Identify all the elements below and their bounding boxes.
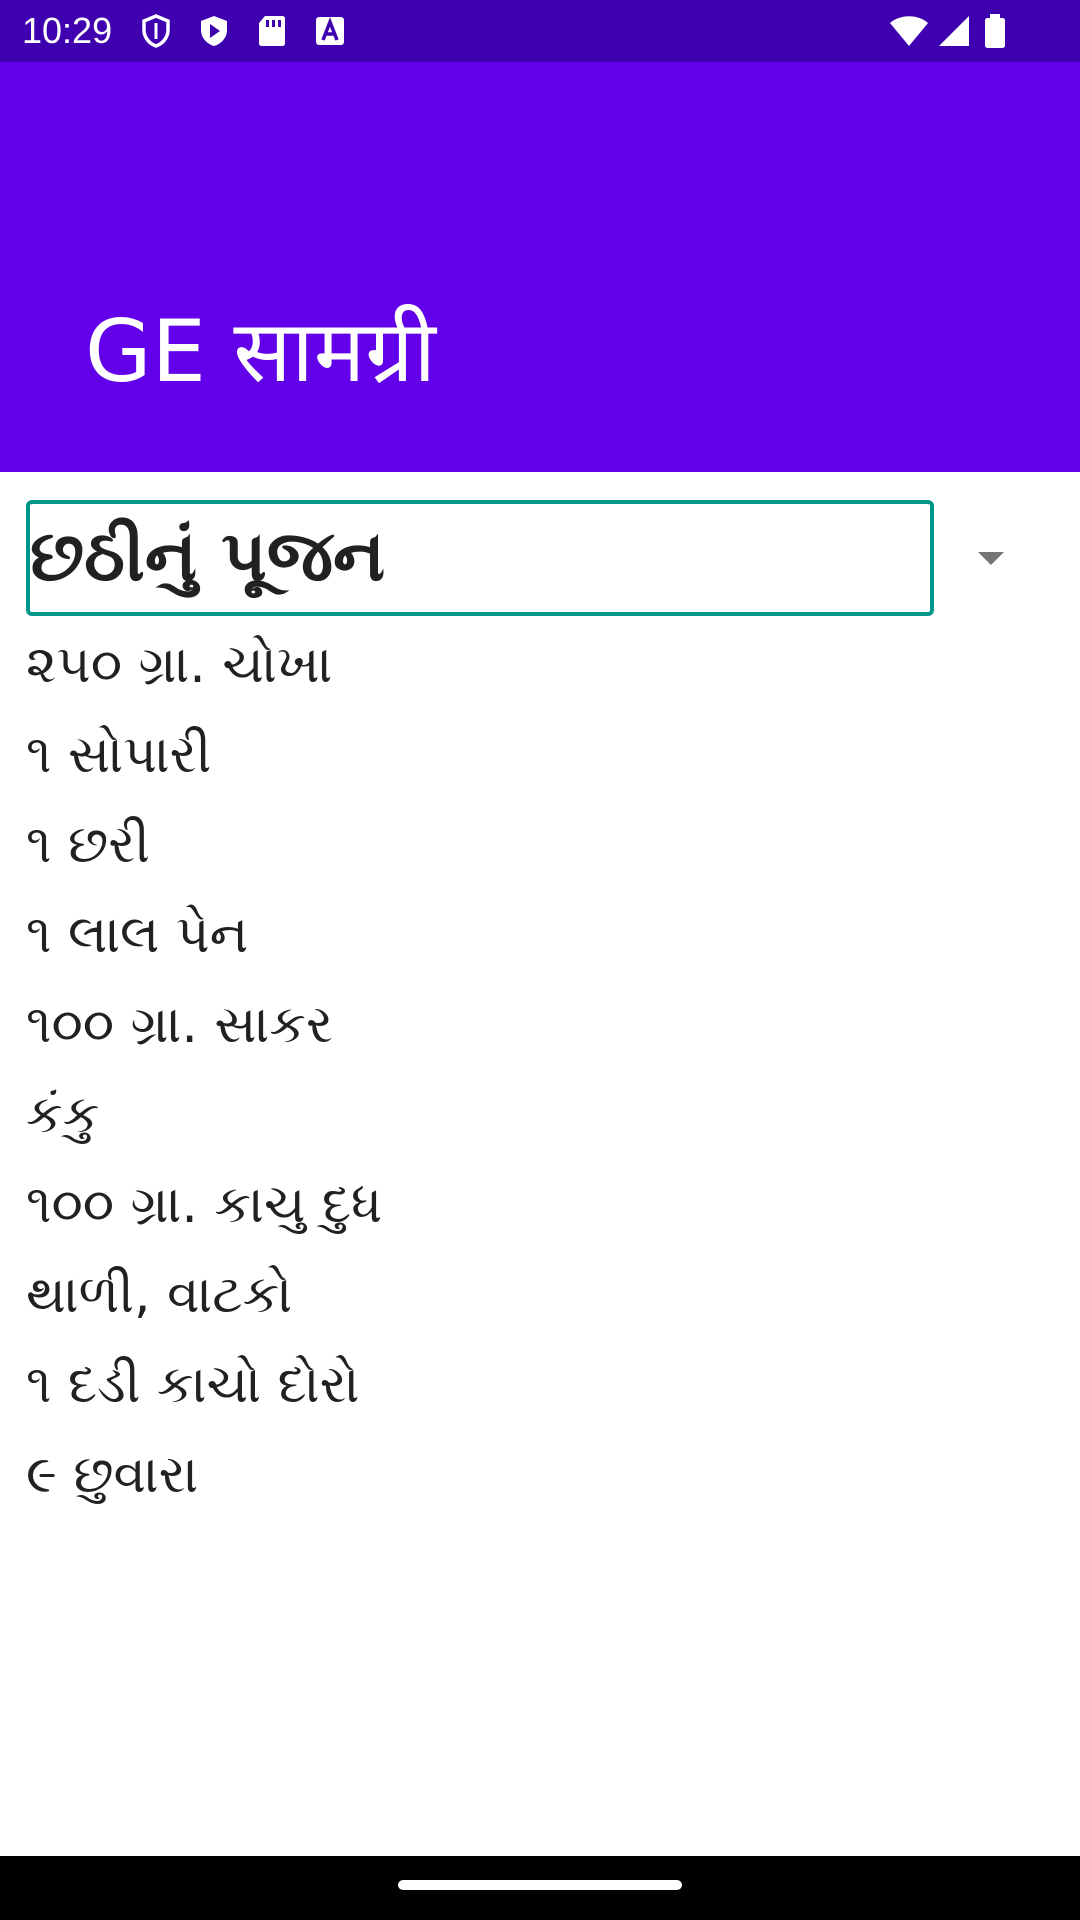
status-time: 10:29: [22, 10, 113, 51]
list-item: ૧ સોપારી: [26, 725, 212, 785]
status-bar: 10:29: [0, 0, 1080, 62]
home-gesture-handle[interactable]: [398, 1880, 682, 1890]
shield-icon: [142, 14, 170, 48]
list-item: થાળી, વાટકો: [26, 1265, 293, 1325]
list-item: ૧૦૦ ગ્રા. સાકર: [26, 995, 333, 1055]
play-protect-icon: [201, 16, 227, 46]
wifi-icon: [890, 16, 928, 46]
font-a-icon: [316, 17, 344, 45]
category-spinner[interactable]: છઠીનું પૂજન: [26, 500, 934, 616]
signal-icon: [939, 16, 969, 46]
list-item: ૯ છુવારા: [26, 1445, 199, 1505]
spinner-selected-text: છઠીનું પૂજન: [30, 515, 386, 597]
list-item: ૧ લાલ પેન: [26, 905, 249, 965]
battery-icon: [985, 14, 1005, 48]
list-item: ૧ છરી: [26, 815, 150, 875]
app-title: GE सामग्री: [85, 302, 436, 402]
dropdown-arrow-icon[interactable]: [950, 500, 1032, 614]
navigation-bar: [0, 1856, 1080, 1920]
samagri-list: ૨૫૦ ગ્રા. ચોખા ૧ સોપારી ૧ છરી ૧ લાલ પેન …: [26, 620, 1046, 1520]
list-item: કંકુ: [26, 1085, 100, 1145]
list-item: ૨૫૦ ગ્રા. ચોખા: [26, 635, 333, 695]
list-item: ૧ દડી કાચો દોરો: [26, 1355, 360, 1415]
app-bar: GE सामग्री: [0, 62, 1080, 472]
list-item: ૧૦૦ ગ્રા. કાચુ દુધ: [26, 1175, 383, 1235]
sd-card-icon: [259, 16, 285, 46]
